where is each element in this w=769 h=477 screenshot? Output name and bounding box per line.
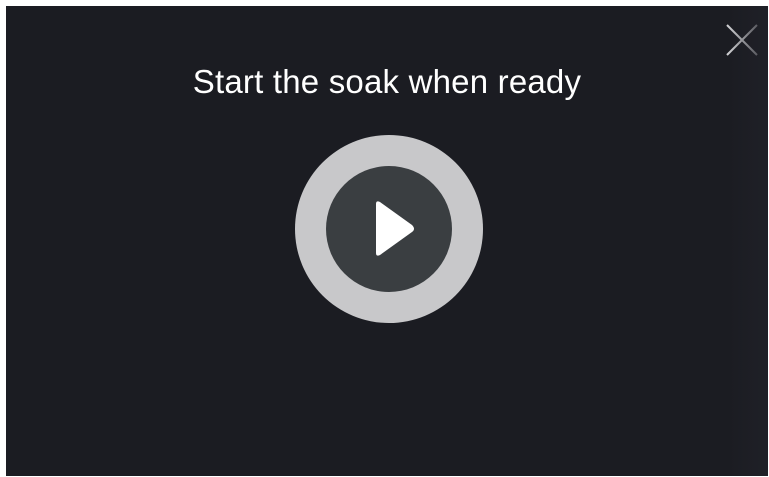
close-button[interactable]: [724, 22, 760, 58]
play-button[interactable]: [295, 135, 483, 323]
play-icon: [376, 201, 414, 256]
play-button-center: [326, 166, 452, 292]
video-dialog: Start the soak when ready: [6, 6, 768, 476]
close-icon: [726, 24, 758, 56]
dialog-title: Start the soak when ready: [192, 63, 582, 100]
